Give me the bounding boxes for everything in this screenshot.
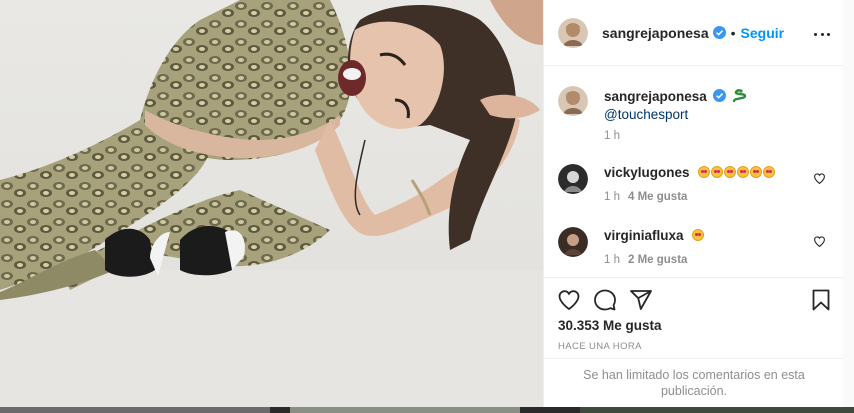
comment-username[interactable]: virginiafluxa: [604, 228, 684, 243]
comment-likes[interactable]: 4 Me gusta: [628, 191, 687, 203]
caption-text: sangrejaponesa @touchesport: [604, 88, 824, 124]
post-header: sangrejaponesa • Seguir: [544, 0, 844, 66]
grid-thumbnail[interactable]: [290, 407, 520, 413]
bookmark-icon[interactable]: [809, 288, 833, 312]
comment-like-heart-icon[interactable]: [813, 235, 826, 248]
author-username[interactable]: sangrejaponesa: [602, 25, 709, 41]
comment-icon[interactable]: [593, 288, 617, 312]
verified-icon: [712, 26, 726, 39]
grid-thumbnail[interactable]: [0, 407, 270, 413]
heart-icon[interactable]: [557, 288, 581, 312]
likes-count[interactable]: 30.353 Me gusta: [558, 318, 662, 333]
comment-text: vickylugones: [604, 164, 776, 182]
post-photo[interactable]: [0, 0, 543, 407]
caption-avatar[interactable]: [558, 86, 588, 116]
caption-username[interactable]: sangrejaponesa: [604, 89, 707, 104]
commenter-avatar[interactable]: [558, 227, 588, 257]
mention-link[interactable]: @touchesport: [604, 106, 824, 124]
comment-text: virginiafluxa: [604, 227, 705, 245]
share-icon[interactable]: [629, 288, 653, 312]
comment-time[interactable]: 1 h: [604, 254, 620, 266]
author-avatar[interactable]: [558, 17, 588, 48]
more-options-icon[interactable]: [814, 26, 830, 42]
comment-like-heart-icon[interactable]: [813, 172, 826, 185]
comment-username[interactable]: vickylugones: [604, 165, 690, 180]
verified-icon: [712, 89, 726, 102]
comment-likes[interactable]: 2 Me gusta: [628, 254, 687, 266]
post-photo-image: [0, 0, 543, 407]
comment-meta: 1 h 4 Me gusta: [604, 191, 687, 203]
commenter-avatar[interactable]: [558, 164, 588, 194]
post-timestamp[interactable]: HACE UNA HORA: [558, 341, 642, 352]
grid-thumbnail[interactable]: [580, 407, 854, 413]
comments-limited-notice: Se han limitado los comentarios en esta …: [544, 358, 844, 407]
follow-button[interactable]: Seguir: [741, 25, 785, 41]
post-side-panel: sangrejaponesa • Seguir sangrejaponesa @…: [543, 0, 844, 407]
grid-thumbnails-strip: [0, 407, 854, 413]
snake-icon: [733, 89, 747, 103]
page-background-edge: [843, 0, 854, 407]
instagram-post-modal: sangrejaponesa • Seguir sangrejaponesa @…: [0, 0, 854, 413]
heart-eyes-emoji: [697, 165, 776, 180]
comment-meta: 1 h 2 Me gusta: [604, 254, 687, 266]
post-actions: 30.353 Me gusta HACE UNA HORA: [544, 277, 844, 357]
comment-item: vickylugones 1 h 4 Me gusta: [558, 164, 830, 204]
comment-item: virginiafluxa 1 h 2 Me gusta: [558, 227, 830, 267]
caption-time[interactable]: 1 h: [604, 130, 620, 142]
heart-eyes-emoji: [691, 228, 705, 243]
comment-time[interactable]: 1 h: [604, 191, 620, 203]
header-separator: •: [730, 24, 736, 41]
